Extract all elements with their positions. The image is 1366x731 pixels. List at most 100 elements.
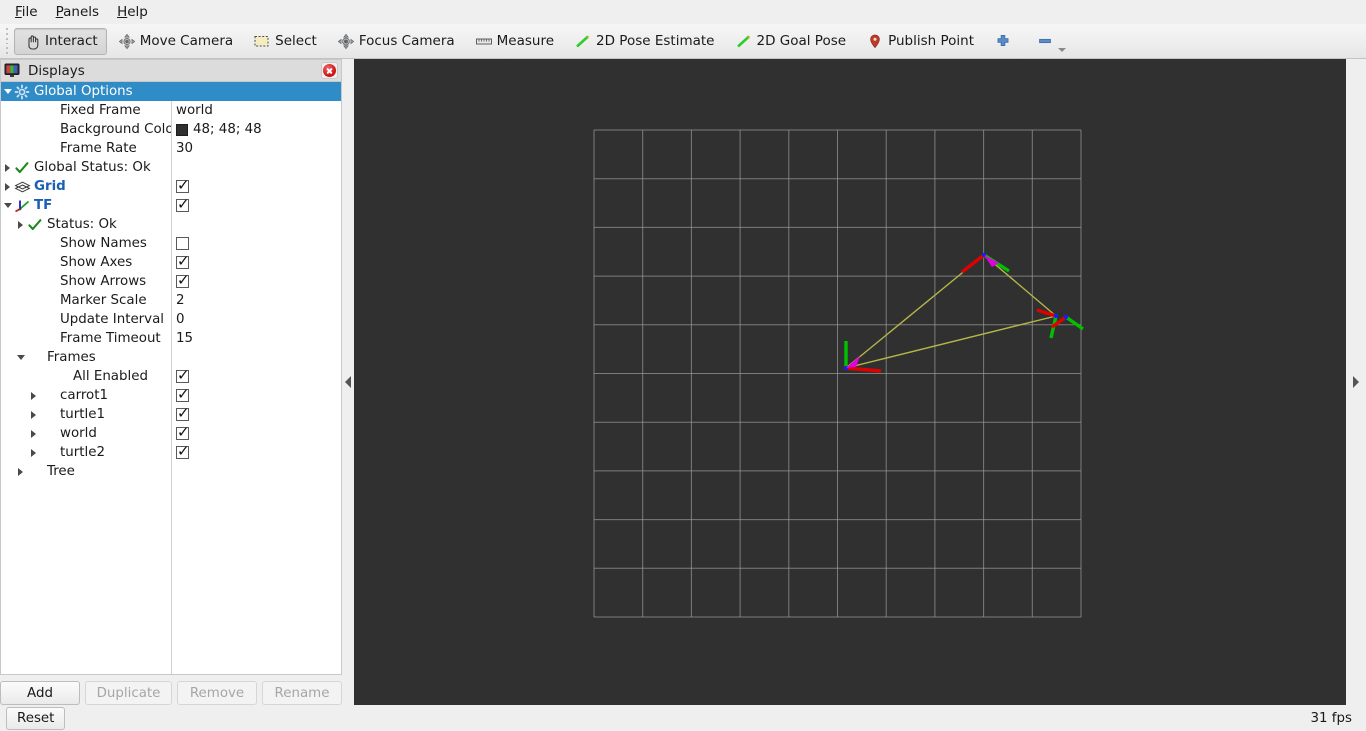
toolbar-drag-handle[interactable] bbox=[2, 28, 11, 54]
tree-row-turtle1[interactable]: turtle1 bbox=[1, 405, 341, 424]
tree-row-label: Grid bbox=[34, 179, 66, 194]
tool-2d-goal-pose[interactable]: 2D Goal Pose bbox=[726, 28, 856, 55]
tree-row-value-text[interactable]: 2 bbox=[176, 293, 185, 308]
tool-focus-camera[interactable]: Focus Camera bbox=[328, 28, 464, 55]
tree-row-show-axes[interactable]: Show Axes bbox=[1, 253, 341, 272]
tree-row-value-cell bbox=[171, 367, 341, 386]
tree-row-label: Frames bbox=[47, 350, 96, 365]
tree-row-value-cell: world bbox=[171, 101, 341, 120]
toolbar-overflow-chevron-icon[interactable] bbox=[1058, 47, 1067, 52]
checkbox-show-names[interactable] bbox=[176, 237, 189, 250]
tool-move-camera-label: Move Camera bbox=[139, 33, 234, 49]
tree-expand-closed-icon[interactable] bbox=[1, 177, 14, 196]
tree-row-world[interactable]: world bbox=[1, 424, 341, 443]
reset-button[interactable]: Reset bbox=[6, 706, 66, 730]
tree-row-frames[interactable]: Frames bbox=[1, 348, 341, 367]
rename-button[interactable]: Rename bbox=[262, 681, 342, 705]
tree-row-update-interval[interactable]: Update Interval 0 bbox=[1, 310, 341, 329]
tree-row-grid[interactable]: Grid bbox=[1, 177, 341, 196]
tree-icon-placeholder bbox=[40, 293, 58, 309]
tool-2d-goal-pose-label: 2D Goal Pose bbox=[756, 33, 847, 49]
tree-row-value-text[interactable]: world bbox=[176, 103, 213, 118]
tree-row-carrot1[interactable]: carrot1 bbox=[1, 386, 341, 405]
tree-row-fixed-frame[interactable]: Fixed Frame world bbox=[1, 101, 341, 120]
tool-select[interactable]: Select bbox=[244, 28, 326, 55]
displays-tree[interactable]: Global Options Fixed Frame world Background… bbox=[0, 81, 342, 675]
color-swatch[interactable] bbox=[176, 123, 188, 136]
tree-row-label: Global Status: Ok bbox=[34, 160, 151, 175]
tree-expand-closed-icon[interactable] bbox=[1, 158, 14, 177]
3d-viewport[interactable] bbox=[354, 59, 1346, 705]
close-icon[interactable] bbox=[321, 62, 338, 79]
checkbox-show-arrows[interactable] bbox=[176, 272, 190, 288]
checkbox-world[interactable] bbox=[176, 424, 190, 440]
checkbox-carrot1[interactable] bbox=[176, 386, 190, 402]
tree-expand-closed-icon[interactable] bbox=[27, 386, 40, 405]
menu-help[interactable]: Help bbox=[108, 1, 157, 23]
tree-row-show-arrows[interactable]: Show Arrows bbox=[1, 272, 341, 291]
checkbox-turtle1[interactable] bbox=[176, 405, 190, 421]
tree-row-label: turtle2 bbox=[60, 445, 105, 460]
remove-button[interactable]: Remove bbox=[177, 681, 257, 705]
tool-measure[interactable]: Measure bbox=[466, 28, 563, 55]
checkbox-turtle2[interactable] bbox=[176, 443, 190, 459]
tree-row-value-cell: 0 bbox=[171, 310, 341, 329]
tree-expand-closed-icon[interactable] bbox=[14, 462, 27, 481]
tree-expand-open-icon[interactable] bbox=[1, 196, 14, 215]
tree-row-name-cell: Background Color bbox=[1, 120, 171, 139]
tree-row-frame-rate[interactable]: Frame Rate 30 bbox=[1, 139, 341, 158]
tree-row-frame-timeout[interactable]: Frame Timeout 15 bbox=[1, 329, 341, 348]
tree-row-name-cell: Show Axes bbox=[1, 253, 171, 272]
tree-expand-closed-icon[interactable] bbox=[27, 424, 40, 443]
tree-row-name-cell: Status: Ok bbox=[1, 215, 171, 234]
tree-expand-closed-icon[interactable] bbox=[27, 405, 40, 424]
tool-add-plugin[interactable] bbox=[985, 28, 1025, 55]
collapse-left-panel-icon[interactable] bbox=[345, 376, 351, 388]
right-splitter[interactable] bbox=[1346, 59, 1366, 705]
tree-row-value-text[interactable]: 15 bbox=[176, 331, 193, 346]
tree-expand-open-icon[interactable] bbox=[14, 348, 27, 367]
tree-row-global-options[interactable]: Global Options bbox=[1, 82, 341, 101]
tree-row-tf[interactable]: TF bbox=[1, 196, 341, 215]
tool-publish-point-label: Publish Point bbox=[888, 33, 975, 49]
tool-interact[interactable]: Interact bbox=[14, 27, 107, 55]
tree-row-value-cell bbox=[171, 215, 341, 234]
checkbox-grid[interactable] bbox=[176, 177, 190, 193]
tree-row-global-status-ok[interactable]: Global Status: Ok bbox=[1, 158, 341, 177]
tree-row-value-cell bbox=[171, 424, 341, 443]
tree-expand-closed-icon[interactable] bbox=[14, 215, 27, 234]
tree-row-background-color[interactable]: Background Color 48; 48; 48 bbox=[1, 120, 341, 139]
tool-publish-point[interactable]: Publish Point bbox=[857, 28, 983, 55]
tf-origin-turtle2 bbox=[1053, 313, 1059, 319]
tree-row-value-cell bbox=[171, 348, 341, 367]
checkbox-show-axes[interactable] bbox=[176, 253, 190, 269]
checkbox-all-enabled[interactable] bbox=[176, 367, 190, 383]
tool-remove-plugin[interactable] bbox=[1027, 28, 1067, 55]
tree-expand-open-icon[interactable] bbox=[1, 82, 14, 101]
menu-file[interactable]: File bbox=[6, 1, 47, 23]
tree-row-value-text[interactable]: 0 bbox=[176, 312, 185, 327]
add-button[interactable]: Add bbox=[0, 681, 80, 705]
tree-row-label: Show Axes bbox=[60, 255, 133, 270]
duplicate-button[interactable]: Duplicate bbox=[85, 681, 172, 705]
tree-row-value-cell: 15 bbox=[171, 329, 341, 348]
goal-arrow-icon bbox=[735, 33, 753, 50]
menu-panels[interactable]: Panels bbox=[47, 1, 108, 23]
tree-row-label: All Enabled bbox=[73, 369, 148, 384]
tree-row-value-text[interactable]: 30 bbox=[176, 141, 193, 156]
tree-row-all-enabled[interactable]: All Enabled bbox=[1, 367, 341, 386]
tree-row-marker-scale[interactable]: Marker Scale 2 bbox=[1, 291, 341, 310]
tool-2d-pose-estimate[interactable]: 2D Pose Estimate bbox=[565, 28, 723, 55]
tool-move-camera[interactable]: Move Camera bbox=[109, 28, 242, 55]
left-splitter[interactable] bbox=[342, 59, 354, 705]
tree-icon-placeholder bbox=[40, 122, 58, 138]
tree-row-status-ok[interactable]: Status: Ok bbox=[1, 215, 341, 234]
expand-right-panel-icon[interactable] bbox=[1353, 376, 1359, 388]
tree-row-turtle2[interactable]: turtle2 bbox=[1, 443, 341, 462]
tree-row-name-cell: turtle2 bbox=[1, 443, 171, 462]
pose-arrow-icon bbox=[574, 33, 592, 50]
tree-expand-closed-icon[interactable] bbox=[27, 443, 40, 462]
tree-row-show-names[interactable]: Show Names bbox=[1, 234, 341, 253]
checkbox-tf[interactable] bbox=[176, 196, 190, 212]
tree-row-tree[interactable]: Tree bbox=[1, 462, 341, 481]
